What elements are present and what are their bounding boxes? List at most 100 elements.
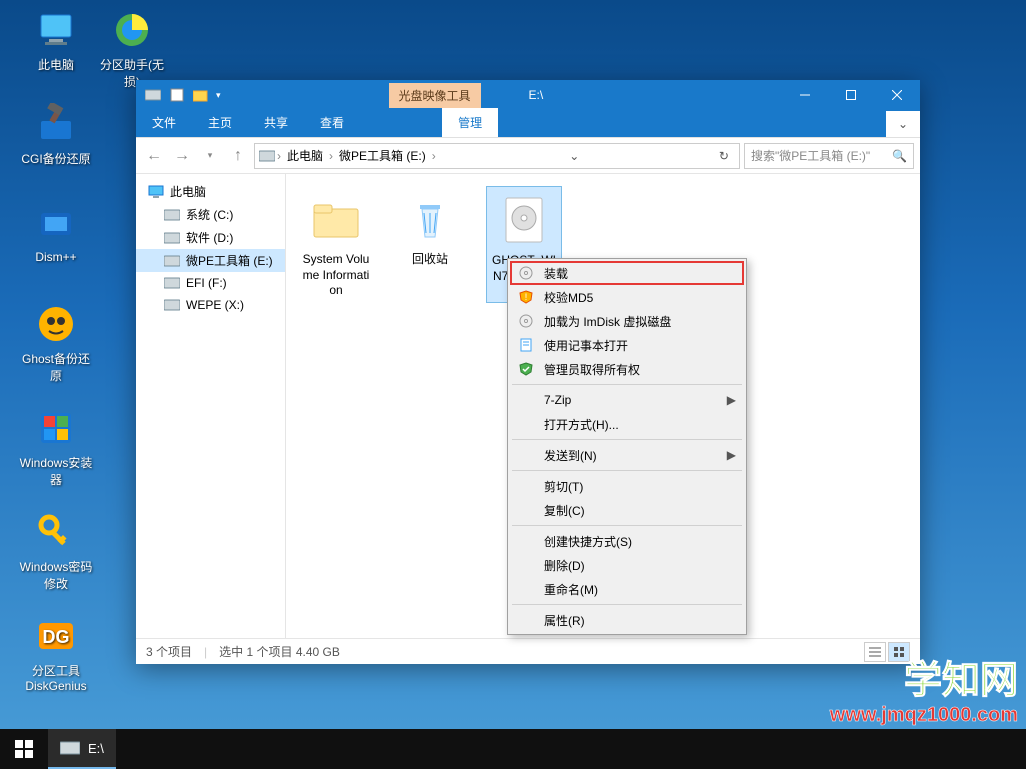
file-item[interactable]: System Volume Information <box>298 186 374 303</box>
menu-label: 删除(D) <box>544 557 585 574</box>
new-folder-icon[interactable] <box>192 86 210 104</box>
address-dropdown-icon[interactable]: ⌄ <box>563 149 585 163</box>
blank-icon <box>518 478 534 494</box>
tree-drive[interactable]: 软件 (D:) <box>136 226 285 249</box>
taskbar: E:\ <box>0 729 1026 769</box>
menu-label: 创建快捷方式(S) <box>544 533 632 550</box>
start-button[interactable] <box>0 729 48 769</box>
shield-warn-icon: ! <box>518 289 534 305</box>
view-icons-button[interactable] <box>888 642 910 662</box>
taskbar-task-explorer[interactable]: E:\ <box>48 729 116 769</box>
tab-file[interactable]: 文件 <box>136 108 192 137</box>
label: CGI备份还原 <box>18 150 94 167</box>
file-label: 回收站 <box>396 252 464 268</box>
minimize-button[interactable] <box>782 80 828 110</box>
blank-icon <box>518 447 534 463</box>
drive-icon <box>60 741 80 755</box>
maximize-button[interactable] <box>828 80 874 110</box>
menu-item[interactable]: 使用记事本打开 <box>510 333 744 357</box>
titlebar[interactable]: ▾ 光盘映像工具 E:\ <box>136 80 920 110</box>
quick-access-toolbar: ▾ <box>136 86 229 104</box>
blank-icon <box>518 502 534 518</box>
chevron-right-icon[interactable]: › <box>432 149 436 163</box>
tree-drive[interactable]: 系统 (C:) <box>136 203 285 226</box>
shield-ok-icon <box>518 361 534 377</box>
menu-item[interactable]: 7-Zip▶ <box>510 388 744 412</box>
status-selection: 选中 1 个项目 4.40 GB <box>219 643 340 660</box>
menu-item[interactable]: 属性(R) <box>510 608 744 632</box>
breadcrumb-root[interactable]: 此电脑 <box>283 145 327 166</box>
menu-label: 7-Zip <box>544 393 571 407</box>
tab-home[interactable]: 主页 <box>192 108 248 137</box>
tree-label: 软件 (D:) <box>186 229 233 246</box>
qat-dropdown-icon[interactable]: ▾ <box>216 90 221 101</box>
blank-icon <box>518 533 534 549</box>
status-count: 3 个项目 <box>146 643 192 660</box>
menu-label: 属性(R) <box>544 612 585 629</box>
tab-manage[interactable]: 管理 <box>442 108 498 137</box>
desktop-icon-dism[interactable]: Dism++ <box>18 200 94 264</box>
desktop-icon-this-pc[interactable]: 此电脑 <box>18 6 94 73</box>
drive-icon <box>164 207 180 223</box>
ribbon-expand-icon[interactable]: ⌄ <box>886 111 920 137</box>
disc-icon <box>518 265 534 281</box>
breadcrumb-current[interactable]: 微PE工具箱 (E:) <box>335 145 430 166</box>
desktop-icon-ghost[interactable]: Ghost备份还原 <box>18 300 94 384</box>
close-button[interactable] <box>874 80 920 110</box>
tree-drive[interactable]: EFI (F:) <box>136 272 285 294</box>
search-input[interactable]: 搜索"微PE工具箱 (E:)" 🔍 <box>744 143 914 169</box>
drive-icon <box>164 297 180 313</box>
menu-label: 重命名(M) <box>544 581 598 598</box>
iso-icon <box>495 191 553 249</box>
forward-button[interactable]: → <box>170 144 194 168</box>
refresh-icon[interactable]: ↻ <box>713 149 735 163</box>
drive-icon <box>164 275 180 291</box>
drive-icon <box>164 230 180 246</box>
menu-item[interactable]: 删除(D) <box>510 553 744 577</box>
up-button[interactable]: ↑ <box>226 144 250 168</box>
drive-icon <box>164 253 180 269</box>
desktop-icon-cgi[interactable]: CGI备份还原 <box>18 100 94 167</box>
pc-icon <box>32 6 80 54</box>
chevron-right-icon: ▶ <box>727 448 736 462</box>
recent-dropdown[interactable]: ▾ <box>198 144 222 168</box>
tab-share[interactable]: 共享 <box>248 108 304 137</box>
properties-icon[interactable] <box>168 86 186 104</box>
diskgenius-icon: DG <box>32 612 80 660</box>
file-item[interactable]: 回收站 <box>392 186 468 303</box>
desktop-icon-partition-assist[interactable]: 分区助手(无损) <box>94 6 170 90</box>
hammer-icon <box>32 100 80 148</box>
tree-drive[interactable]: WEPE (X:) <box>136 294 285 316</box>
menu-item[interactable]: 管理员取得所有权 <box>510 357 744 381</box>
menu-label: 复制(C) <box>544 502 585 519</box>
tree-drive[interactable]: 微PE工具箱 (E:) <box>136 249 285 272</box>
menu-label: 使用记事本打开 <box>544 337 628 354</box>
tree-label: 系统 (C:) <box>186 206 233 223</box>
task-label: E:\ <box>88 741 104 756</box>
back-button[interactable]: ← <box>142 144 166 168</box>
menu-item[interactable]: 加载为 ImDisk 虚拟磁盘 <box>510 309 744 333</box>
search-icon[interactable]: 🔍 <box>892 149 907 163</box>
desktop-icon-password[interactable]: Windows密码修改 <box>18 508 94 592</box>
menu-item[interactable]: 发送到(N) ▶ <box>510 443 744 467</box>
menu-item[interactable]: 创建快捷方式(S) <box>510 529 744 553</box>
menu-label: 发送到(N) <box>544 447 597 464</box>
tab-view[interactable]: 查看 <box>304 108 360 137</box>
menu-item[interactable]: 装载 <box>510 261 744 285</box>
desktop-icon-diskgenius[interactable]: DG 分区工具DiskGenius <box>18 612 94 693</box>
address-bar[interactable]: › 此电脑 › 微PE工具箱 (E:) › ⌄ ↻ <box>254 143 740 169</box>
tree-this-pc[interactable]: 此电脑 <box>136 180 285 203</box>
svg-text:DG: DG <box>43 627 70 647</box>
ghost-icon <box>32 300 80 348</box>
label: 分区工具DiskGenius <box>18 662 94 693</box>
chevron-right-icon[interactable]: › <box>329 149 333 163</box>
menu-item[interactable]: 重命名(M) <box>510 577 744 601</box>
desktop-icon-win-installer[interactable]: Windows安装器 <box>18 404 94 488</box>
ribbon-tabs: 文件 主页 共享 查看 管理 ⌄ <box>136 110 920 138</box>
menu-item[interactable]: 打开方式(H)... <box>510 412 744 436</box>
menu-item[interactable]: 剪切(T) <box>510 474 744 498</box>
menu-item[interactable]: !校验MD5 <box>510 285 744 309</box>
menu-item[interactable]: 复制(C) <box>510 498 744 522</box>
view-details-button[interactable] <box>864 642 886 662</box>
chevron-right-icon[interactable]: › <box>277 149 281 163</box>
